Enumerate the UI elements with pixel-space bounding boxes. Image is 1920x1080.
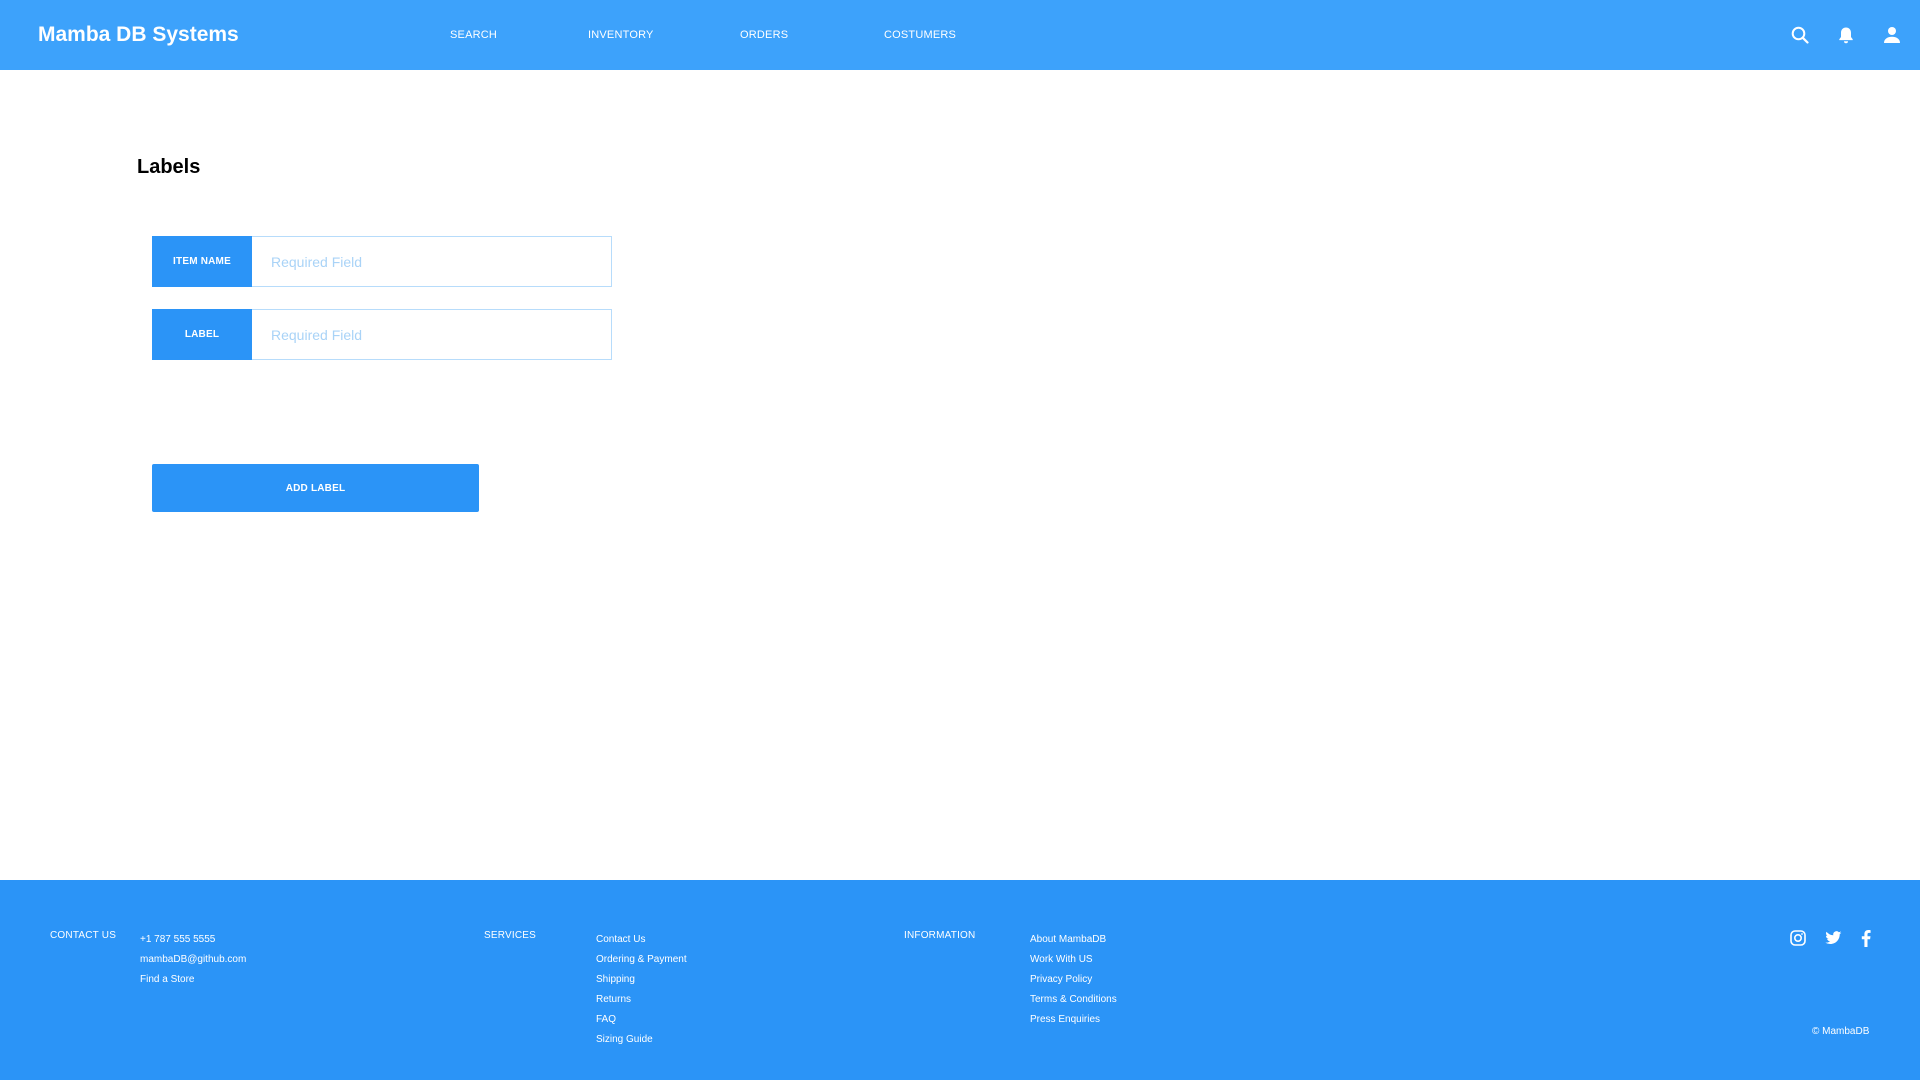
nav-orders[interactable]: ORDERS (740, 0, 788, 70)
footer-information-heading: INFORMATION (904, 930, 976, 941)
item-name-input[interactable] (252, 236, 612, 287)
brand-title[interactable]: Mamba DB Systems (38, 0, 239, 70)
footer-link-work-with-us[interactable]: Work With US (1030, 950, 1117, 970)
footer-link-faq[interactable]: FAQ (596, 1010, 687, 1030)
instagram-icon[interactable] (1788, 928, 1808, 948)
footer-find-store-link[interactable]: Find a Store (140, 970, 246, 990)
footer: CONTACT US +1 787 555 5555 mambaDB@githu… (0, 880, 1920, 1080)
footer-information-list: About MambaDB Work With US Privacy Polic… (1030, 930, 1117, 1030)
footer-link-about[interactable]: About MambaDB (1030, 930, 1117, 950)
add-label-button[interactable]: ADD LABEL (152, 464, 479, 512)
item-name-tag: ITEM NAME (152, 236, 252, 287)
footer-contact-heading: CONTACT US (50, 930, 117, 941)
top-navbar: Mamba DB Systems SEARCH INVENTORY ORDERS… (0, 0, 1920, 70)
label-field-group: LABEL (152, 309, 612, 360)
bell-icon[interactable] (1834, 23, 1858, 47)
label-input[interactable] (252, 309, 612, 360)
copyright-text: © MambaDB (1812, 1026, 1870, 1037)
nav-costumers[interactable]: COSTUMERS (884, 0, 956, 70)
footer-link-shipping[interactable]: Shipping (596, 970, 687, 990)
twitter-icon[interactable] (1823, 928, 1843, 948)
footer-services-list: Contact Us Ordering & Payment Shipping R… (596, 930, 687, 1050)
footer-email[interactable]: mambaDB@github.com (140, 950, 246, 970)
footer-phone[interactable]: +1 787 555 5555 (140, 930, 246, 950)
facebook-icon[interactable] (1856, 928, 1876, 948)
footer-link-terms[interactable]: Terms & Conditions (1030, 990, 1117, 1010)
item-name-field-group: ITEM NAME (152, 236, 612, 287)
page-title: Labels (137, 156, 201, 178)
footer-link-returns[interactable]: Returns (596, 990, 687, 1010)
footer-link-contact-us[interactable]: Contact Us (596, 930, 687, 950)
footer-link-press[interactable]: Press Enquiries (1030, 1010, 1117, 1030)
label-tag: LABEL (152, 309, 252, 360)
footer-link-sizing-guide[interactable]: Sizing Guide (596, 1030, 687, 1050)
footer-services-heading: SERVICES (484, 930, 536, 941)
footer-link-ordering-payment[interactable]: Ordering & Payment (596, 950, 687, 970)
footer-contact-list: +1 787 555 5555 mambaDB@github.com Find … (140, 930, 246, 990)
search-icon[interactable] (1788, 23, 1812, 47)
nav-search[interactable]: SEARCH (450, 0, 497, 70)
user-icon[interactable] (1880, 23, 1904, 47)
nav-inventory[interactable]: INVENTORY (588, 0, 654, 70)
footer-link-privacy-policy[interactable]: Privacy Policy (1030, 970, 1117, 990)
